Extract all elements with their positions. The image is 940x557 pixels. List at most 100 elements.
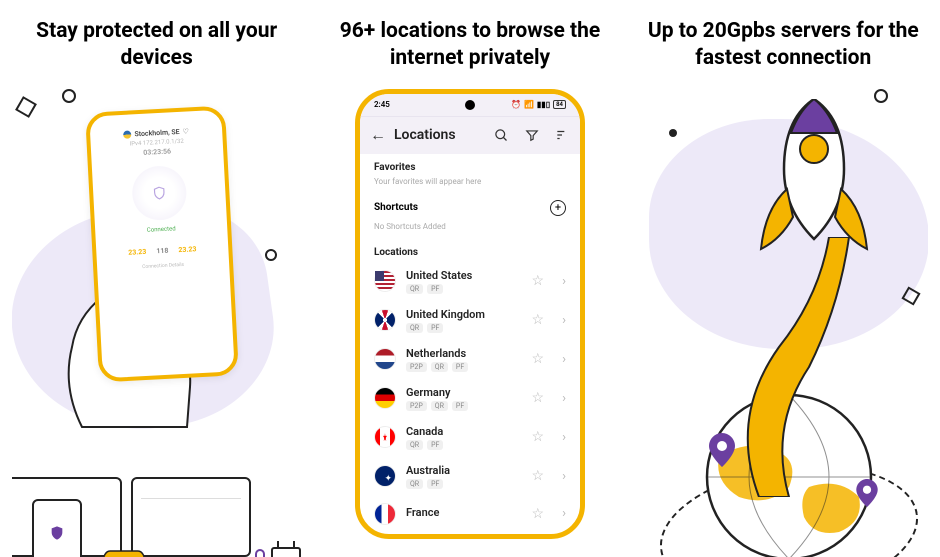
location-tag: QR: [406, 479, 423, 489]
favorite-star-button[interactable]: ☆: [532, 506, 545, 522]
shield-icon: [49, 525, 65, 541]
location-tag: QR: [406, 440, 423, 450]
devices-illustration: Stockholm, SE ♡ IPv4 172.217.0.1/32 03:2…: [12, 89, 301, 557]
location-name: Netherlands: [406, 347, 522, 360]
location-name: Germany: [406, 386, 522, 399]
location-tag: QR: [431, 362, 448, 372]
uk-flag-icon: [374, 309, 396, 331]
status-time: 2:45: [374, 100, 390, 109]
expand-chevron-button[interactable]: ›: [562, 430, 566, 445]
status-bar: 2:45 ⏰ 📶 ▮▮▯ 84: [360, 94, 580, 116]
favorite-star-button[interactable]: ☆: [532, 468, 545, 484]
decor-dot-icon: [669, 129, 677, 137]
us-flag-icon: [374, 270, 396, 292]
expand-chevron-button[interactable]: ›: [562, 352, 566, 367]
ping-stat: 118: [156, 246, 168, 255]
au-flag-icon: [374, 465, 396, 487]
expand-chevron-button[interactable]: ›: [562, 391, 566, 406]
rocket-icon: [759, 99, 869, 259]
favorites-hint: Your favorites will appear here: [360, 177, 580, 194]
locations-list: United States QRPF ☆ › United Kingdom QR…: [360, 262, 580, 532]
location-row[interactable]: Canada QR PF ☆ ›: [360, 418, 580, 457]
connection-timer: 03:23:56: [143, 147, 171, 156]
screen-title: Locations: [394, 127, 480, 143]
phone-mockup: Stockholm, SE ♡ IPv4 172.217.0.1/32 03:2…: [85, 105, 239, 382]
expand-chevron-button[interactable]: ›: [562, 506, 566, 521]
decor-square-icon: [15, 96, 37, 118]
location-name: Australia: [406, 464, 522, 477]
camera-notch-icon: [465, 100, 475, 110]
location-tag: PF: [427, 323, 443, 333]
alarm-icon: ⏰: [511, 100, 521, 109]
signal-icon: ▮▮▯: [537, 100, 550, 109]
panel-speed: Up to 20Gpbs servers for the fastest con…: [627, 0, 940, 557]
filter-button[interactable]: [524, 127, 540, 143]
location-tag: QR: [406, 284, 423, 294]
favorite-star-button[interactable]: ☆: [532, 351, 545, 367]
tablet-icon: [32, 499, 82, 557]
expand-chevron-button[interactable]: ›: [562, 469, 566, 484]
shortcuts-section-label: Shortcuts: [374, 202, 418, 213]
nl-flag-icon: [374, 348, 396, 370]
download-stat: 23.23: [128, 247, 147, 256]
rocket-trail-icon: [739, 237, 879, 497]
panel-locations: 96+ locations to browse the internet pri…: [313, 0, 626, 557]
lock-icon: [251, 549, 269, 557]
rocket-illustration: [639, 89, 928, 557]
favorite-star-button[interactable]: ☆: [532, 429, 545, 445]
locations-header: ← Locations: [360, 116, 580, 154]
sweden-flag-icon: [123, 130, 131, 138]
location-tag: P2P: [406, 401, 427, 411]
add-shortcut-button[interactable]: +: [550, 200, 566, 216]
location-tag: PF: [452, 401, 468, 411]
phone-locations-mockup: 2:45 ⏰ 📶 ▮▮▯ 84 ← Locations Favorites Yo…: [355, 89, 585, 539]
server-location: Stockholm, SE: [134, 128, 180, 138]
location-row[interactable]: United States QRPF ☆ ›: [360, 262, 580, 301]
heading-locations: 96+ locations to browse the internet pri…: [330, 18, 610, 73]
expand-chevron-button[interactable]: ›: [562, 313, 566, 328]
location-tag: PF: [427, 440, 443, 450]
sort-icon: [555, 128, 569, 142]
location-name: Canada: [406, 425, 522, 438]
monitor-icon: [131, 477, 251, 557]
details-label: Connection Details: [142, 261, 184, 269]
location-row[interactable]: Germany P2P QR PF ☆ ›: [360, 379, 580, 418]
shield-icon: [152, 185, 167, 200]
gamepad-icon: [102, 547, 146, 557]
shortcuts-hint: No Shortcuts Added: [360, 222, 580, 239]
map-pin-icon: [709, 433, 735, 467]
location-row[interactable]: Netherlands P2PQRPF ☆ ›: [360, 340, 580, 379]
favorite-star-button[interactable]: ☆: [532, 273, 545, 289]
sort-button[interactable]: [554, 127, 570, 143]
location-tag: PF: [427, 479, 443, 489]
favorite-icon: ♡: [182, 127, 189, 135]
heading-speed: Up to 20Gpbs servers for the fastest con…: [643, 18, 923, 73]
expand-chevron-button[interactable]: ›: [562, 274, 566, 289]
connection-status: Connected: [147, 225, 176, 233]
location-row[interactable]: France ☆ ›: [360, 496, 580, 532]
decor-ring-icon: [62, 89, 76, 103]
filter-icon: [525, 128, 539, 142]
upload-stat: 23.23: [178, 245, 197, 254]
back-button[interactable]: ←: [370, 125, 386, 145]
location-tag: P2P: [406, 362, 427, 372]
fr-flag-icon: [374, 503, 396, 525]
location-row[interactable]: Australia QR PF ☆ ›: [360, 457, 580, 496]
ca-flag-icon: [374, 426, 396, 448]
battery-icon: 84: [553, 100, 566, 109]
decor-ring-icon: [874, 89, 888, 103]
panel-devices: Stay protected on all your devices Stock…: [0, 0, 313, 557]
location-tag: QR: [406, 323, 423, 333]
location-name: United Kingdom: [406, 308, 522, 321]
heading-devices: Stay protected on all your devices: [17, 18, 297, 73]
search-icon: [494, 128, 509, 143]
location-tag: QR: [431, 401, 448, 411]
search-button[interactable]: [494, 127, 510, 143]
location-tag: PF: [427, 284, 443, 294]
favorite-star-button[interactable]: ☆: [532, 312, 545, 328]
favorite-star-button[interactable]: ☆: [532, 390, 545, 406]
wifi-icon: 📶: [524, 100, 534, 109]
decor-ring-icon: [265, 249, 277, 261]
connect-button: [131, 164, 188, 221]
location-row[interactable]: United Kingdom QR PF ☆ ›: [360, 301, 580, 340]
